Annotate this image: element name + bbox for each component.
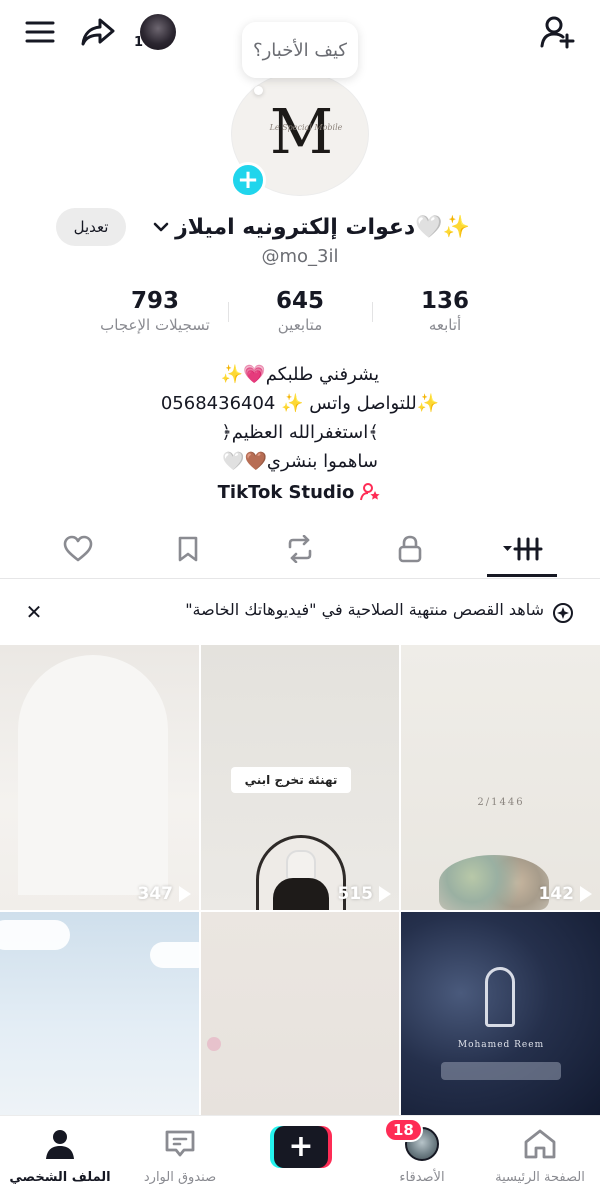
- tile-caption: تهنئة تخرج ابني: [231, 767, 351, 793]
- stat-divider: [372, 302, 373, 322]
- nav-friends[interactable]: الأصدقاء: [367, 1124, 477, 1196]
- tab-active-indicator: [487, 574, 557, 577]
- lock-icon: [397, 535, 423, 567]
- create-button[interactable]: +: [270, 1126, 332, 1168]
- video-tile[interactable]: 2/1446 142: [401, 645, 600, 910]
- nav-inbox-label: صندوق الوارد: [143, 1170, 217, 1185]
- view-count-value: 142: [538, 884, 575, 904]
- repost-icon: [286, 534, 314, 567]
- bio-line: ساهموا بنشري🤎🤍: [222, 451, 378, 472]
- stat-likes-value: 793: [130, 288, 179, 314]
- tile-flowers: [439, 855, 549, 910]
- share-icon[interactable]: [78, 14, 118, 50]
- story-avatar: [140, 14, 176, 50]
- stat-divider: [228, 302, 229, 322]
- view-count: 515: [337, 884, 391, 904]
- profile-tabs: [0, 525, 600, 579]
- bottom-nav: الصفحة الرئيسية الأصدقاء 18 + صندوق الوا…: [0, 1115, 600, 1200]
- profile-monogram-script: Le Special Mobile: [269, 123, 343, 132]
- tiktok-studio-label: TikTok Studio: [217, 481, 355, 503]
- tile-logo: [485, 967, 515, 1027]
- friends-badge: 18: [384, 1118, 423, 1142]
- username: @mo_3il: [261, 246, 339, 267]
- video-tile[interactable]: Mohamed Reem: [401, 912, 600, 1115]
- nav-friends-label: الأصدقاء: [399, 1170, 445, 1185]
- add-story-button[interactable]: +: [230, 162, 266, 198]
- studio-person-star-icon: [360, 482, 382, 502]
- bio-line: يشرفني طلبكم💗✨: [220, 364, 380, 385]
- tile-cloud: [0, 920, 70, 950]
- play-icon: [179, 886, 191, 902]
- menu-icon[interactable]: [22, 14, 58, 50]
- inbox-icon: [160, 1124, 200, 1164]
- video-tile[interactable]: [201, 912, 399, 1115]
- tab-favorites[interactable]: [153, 525, 223, 577]
- home-icon: [520, 1124, 560, 1164]
- bio-line: ✨للتواصل واتس ✨ 0568436404: [160, 393, 440, 414]
- tile-date: 2/1446: [477, 797, 525, 808]
- bio-line: ﴾استغفرالله العظيم﴿: [221, 422, 379, 443]
- tab-liked[interactable]: [43, 525, 113, 577]
- bubble-tail: [254, 86, 263, 95]
- expired-stories-banner[interactable]: ✕ شاهد القصص منتهية الصلاحية في "فيديوها…: [0, 590, 600, 634]
- bio: يشرفني طلبكم💗✨ ✨للتواصل واتس ✨ 056843640…: [100, 360, 500, 476]
- nav-profile-label: الملف الشخصي: [9, 1170, 111, 1185]
- status-bubble[interactable]: كيف الأخبار؟: [242, 22, 358, 78]
- edit-profile-button[interactable]: تعديل: [56, 208, 126, 246]
- tiktok-studio-link[interactable]: TikTok Studio: [200, 478, 400, 506]
- tile-logo-caption: Mohamed Reem: [457, 1040, 545, 1050]
- video-grid: 347 تهنئة تخرج ابني 515 2/1446 142 Moham…: [0, 645, 600, 1115]
- tab-videos[interactable]: [487, 525, 557, 577]
- tab-reposts[interactable]: [265, 525, 335, 577]
- play-icon: [580, 886, 592, 902]
- video-tile[interactable]: تهنئة تخرج ابني 515: [201, 645, 399, 910]
- add-friend-icon[interactable]: [538, 12, 578, 52]
- name-row[interactable]: دعوات إلكترونيه اميلاز🤍✨: [140, 208, 470, 246]
- view-count: 142: [538, 884, 592, 904]
- stat-followers-value: 645: [275, 288, 324, 314]
- stat-likes-label: تسجيلات الإعجاب: [100, 316, 210, 334]
- nav-inbox[interactable]: صندوق الوارد: [125, 1124, 235, 1196]
- profile-icon: [40, 1124, 80, 1164]
- display-name: دعوات إلكترونيه اميلاز🤍✨: [175, 214, 470, 240]
- tab-private[interactable]: [375, 525, 445, 577]
- view-count-value: 347: [137, 884, 174, 904]
- bookmark-icon: [176, 535, 200, 567]
- close-icon[interactable]: ✕: [20, 598, 48, 626]
- stat-following-value: 136: [420, 288, 469, 314]
- story-avatar-button[interactable]: 1: [134, 12, 180, 52]
- tile-cloud: [150, 942, 199, 968]
- stat-followers[interactable]: 645 متابعين: [235, 288, 365, 334]
- nav-home[interactable]: الصفحة الرئيسية: [485, 1124, 595, 1196]
- tile-butterfly: [207, 1037, 221, 1051]
- video-tile[interactable]: 347: [0, 645, 199, 910]
- videos-grid-icon: [501, 536, 543, 566]
- video-tile[interactable]: [0, 912, 199, 1115]
- tile-cars: [441, 1062, 561, 1080]
- stat-following[interactable]: 136 أتابعه: [380, 288, 510, 334]
- play-icon: [379, 886, 391, 902]
- chevron-down-icon[interactable]: [153, 218, 169, 237]
- tile-arch: [18, 655, 168, 895]
- view-count-value: 515: [337, 884, 374, 904]
- banner-text: شاهد القصص منتهية الصلاحية في "فيديوهاتك…: [185, 600, 544, 619]
- nav-profile[interactable]: الملف الشخصي: [5, 1124, 115, 1196]
- stat-following-label: أتابعه: [428, 316, 462, 334]
- heart-icon: [63, 535, 93, 567]
- view-count: 347: [137, 884, 191, 904]
- story-plus-icon: [552, 602, 574, 624]
- nav-home-label: الصفحة الرئيسية: [495, 1170, 585, 1185]
- plus-icon: +: [274, 1126, 328, 1168]
- stat-likes[interactable]: 793 تسجيلات الإعجاب: [90, 288, 220, 334]
- stat-followers-label: متابعين: [277, 316, 323, 334]
- tile-portrait-frame: [256, 835, 346, 910]
